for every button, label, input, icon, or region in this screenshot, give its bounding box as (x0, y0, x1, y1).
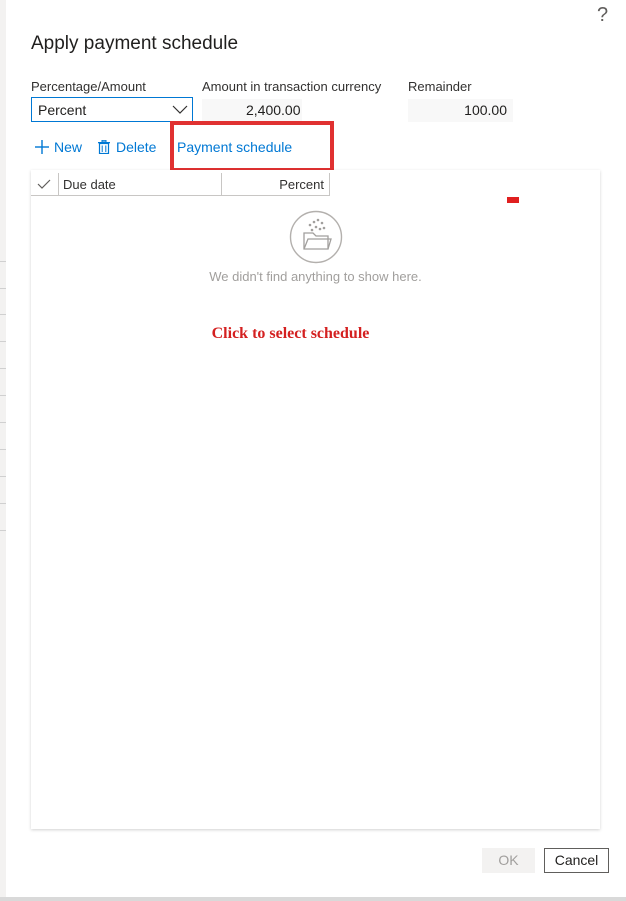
trash-icon (98, 140, 110, 154)
select-all-checkbox[interactable] (31, 173, 59, 195)
payment-schedule-grid: Due date Percent We didn't find anything… (31, 170, 600, 829)
empty-folder-icon (289, 210, 343, 264)
new-button[interactable]: New (35, 135, 82, 159)
background-divider (0, 261, 6, 262)
delete-button-label: Delete (116, 139, 157, 155)
background-divider (0, 341, 6, 342)
background-divider (0, 314, 6, 315)
background-bottom-edge (0, 897, 626, 901)
checkmark-icon (37, 179, 51, 189)
remainder-value: 100.00 (464, 102, 507, 118)
annotation-marker (507, 197, 519, 203)
column-header-due-date[interactable]: Due date (63, 177, 116, 192)
remainder-field: 100.00 (408, 99, 513, 122)
background-divider (0, 476, 6, 477)
amount-transaction-currency-label: Amount in transaction currency (202, 79, 382, 94)
percentage-amount-value: Percent (38, 102, 87, 118)
annotation-text: Click to select schedule (211, 325, 370, 342)
delete-button[interactable]: Delete (97, 135, 156, 159)
grid-header-row: Due date Percent (31, 173, 330, 196)
background-divider (0, 422, 6, 423)
background-divider (0, 503, 6, 504)
ok-button[interactable]: OK (482, 848, 535, 873)
background-page-strip (0, 0, 6, 901)
plus-icon (35, 140, 49, 154)
new-button-label: New (54, 139, 83, 155)
background-divider (0, 288, 6, 289)
percentage-amount-select[interactable]: Percent (31, 97, 193, 122)
column-divider (221, 173, 222, 195)
payment-schedule-highlight-box (170, 121, 334, 172)
column-header-percent[interactable]: Percent (279, 177, 324, 192)
cancel-button[interactable]: Cancel (544, 848, 609, 873)
empty-state-message: We didn't find anything to show here. (209, 269, 422, 284)
background-divider (0, 368, 6, 369)
help-icon[interactable]: ? (597, 4, 611, 26)
remainder-label: Remainder (408, 79, 472, 94)
chevron-down-icon[interactable] (172, 101, 188, 117)
amount-transaction-currency-field: 2,400.00 (202, 99, 302, 122)
background-divider (0, 449, 6, 450)
percentage-amount-label: Percentage/Amount (31, 79, 146, 94)
dialog-title: Apply payment schedule (31, 33, 239, 54)
background-divider (0, 395, 6, 396)
background-divider (0, 530, 6, 531)
amount-transaction-currency-value: 2,400.00 (246, 102, 301, 118)
